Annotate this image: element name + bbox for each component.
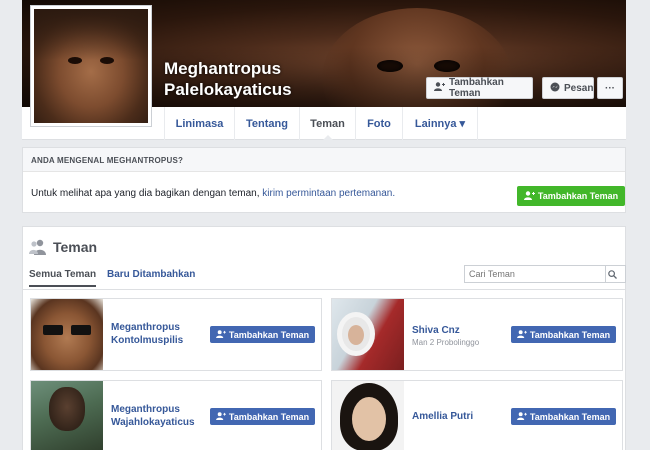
tab-photos[interactable]: Foto [355,107,402,140]
send-request-link[interactable]: kirim permintaan pertemanan. [262,188,395,199]
add-friend-label: Tambahkan Teman [449,77,504,99]
profile-eye-right [100,57,114,64]
add-friend-icon [517,329,527,340]
tab-friends[interactable]: Teman [299,107,355,141]
know-card-text-prefix: Untuk melihat apa yang dia bagikan denga… [31,188,263,199]
friend-name-line2: Kontolmuspilis [111,335,184,346]
friends-section: Teman Semua Teman Baru Ditambahkan Megan… [22,226,626,450]
tab-about[interactable]: Tentang [234,107,299,140]
add-friend-button[interactable]: Tambahkan Teman [210,408,315,425]
friend-card: Meganthropus Kontolmuspilis Tambahkan Te… [30,298,322,371]
sunglasses [43,325,91,335]
friend-search-input[interactable] [465,266,605,282]
know-card-text: Untuk melihat apa yang dia bagikan denga… [31,188,395,199]
friend-photo-image [332,381,404,450]
friend-photo[interactable] [332,299,404,370]
ape-head [49,387,85,431]
add-friend-icon [216,329,226,340]
friend-photo[interactable] [31,381,103,450]
know-card-heading: ANDA MENGENAL MEGHANTROPUS? [23,148,625,172]
friend-search [464,265,626,283]
friends-title: Teman [53,239,98,255]
add-friend-button[interactable]: Tambahkan Teman [210,326,315,343]
add-friend-icon [434,82,445,94]
tab-more-label: Lainnya ▾ [414,118,466,130]
profile-picture[interactable] [30,5,152,127]
friend-card: Meganthropus Wajahlokayaticus Tambahkan … [30,380,322,450]
messenger-icon [550,82,560,95]
profile-name[interactable]: Meghantropus Palelokayaticus [164,58,324,100]
profile-hair [34,9,148,61]
face [348,325,364,345]
friend-photo-image [332,299,404,370]
friend-photo-image [31,299,103,370]
profile-picture-image [34,9,148,123]
friend-card: Shiva Cnz Man 2 Probolinggo Tambahkan Te… [331,298,623,371]
add-friend-button[interactable]: Tambahkan Teman [426,77,533,99]
more-label: ··· [605,82,615,94]
friend-photo-image [31,381,103,450]
add-friend-button[interactable]: Tambahkan Teman [511,326,616,343]
friends-icon [29,239,46,255]
friend-name[interactable]: Amellia Putri [412,410,473,423]
tab-friends-label: Teman [310,117,345,130]
tab-timeline-label: Linimasa [175,117,224,130]
profile-name-line1: Meghantropus [164,59,282,78]
add-friend-label: Tambahkan Teman [529,329,611,340]
add-friend-label: Tambahkan Teman [529,411,611,422]
friend-name-line1: Meganthropus [111,322,180,333]
add-friend-button[interactable]: Tambahkan Teman [511,408,616,425]
tab-timeline[interactable]: Linimasa [164,107,234,140]
know-card: ANDA MENGENAL MEGHANTROPUS? Untuk meliha… [22,147,626,213]
message-label: Pesan [564,82,594,94]
friend-name[interactable]: Meganthropus Kontolmuspilis [111,321,183,347]
add-friend-green-label: Tambahkan Teman [537,191,619,201]
search-icon[interactable] [605,266,619,282]
tab-recently-added[interactable]: Baru Ditambahkan [107,269,195,280]
profile-eye-left [68,57,82,64]
add-friend-label: Tambahkan Teman [228,411,310,422]
face [352,397,386,441]
friend-card: Amellia Putri Tambahkan Teman [331,380,623,450]
tab-all-friends[interactable]: Semua Teman [29,269,97,287]
message-button[interactable]: Pesan [542,77,594,99]
more-button[interactable]: ··· [597,77,623,99]
friend-name-line1: Meganthropus [111,404,180,415]
friend-name-line2: Wajahlokayaticus [111,417,195,428]
tab-more[interactable]: Lainnya ▾ [402,107,478,140]
add-friend-icon [517,411,527,422]
friend-photo[interactable] [332,381,404,450]
friend-photo[interactable] [31,299,103,370]
friends-divider [23,289,625,290]
friend-meta: Man 2 Probolinggo [412,338,480,347]
profile-name-line2: Palelokayaticus [164,80,292,99]
add-friend-icon [523,190,535,202]
friend-name[interactable]: Shiva Cnz [412,324,460,337]
add-friend-label: Tambahkan Teman [228,329,310,340]
tab-about-label: Tentang [246,117,288,130]
tab-photos-label: Foto [367,117,391,130]
add-friend-green-button[interactable]: Tambahkan Teman [517,186,625,206]
friend-name[interactable]: Meganthropus Wajahlokayaticus [111,403,195,429]
add-friend-icon [216,411,226,422]
